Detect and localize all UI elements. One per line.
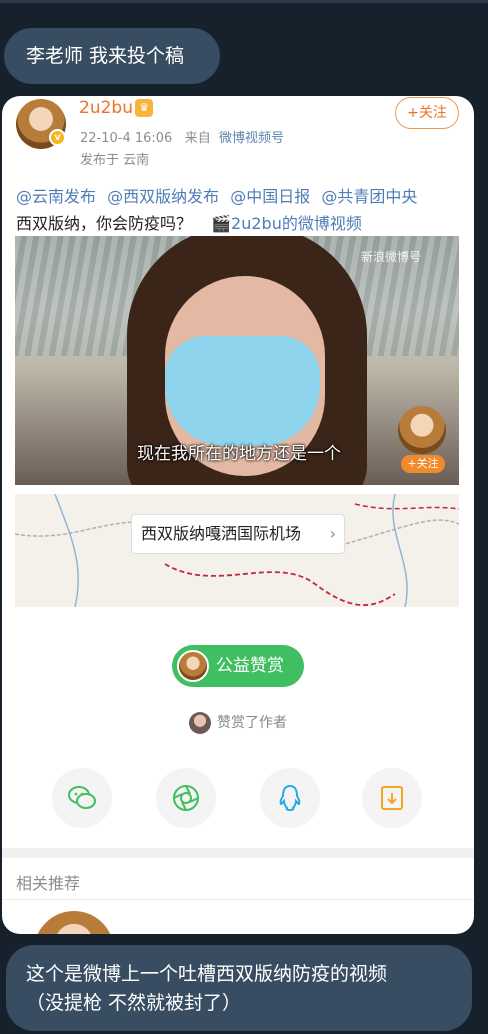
post-meta: 22-10-4 16:06 来自 微博视频号 [80,127,284,146]
share-qq-button[interactable] [260,768,320,828]
mentions: @云南发布 @西双版纳发布 @中国日报 @共青团中央 [16,183,423,207]
follow-button[interactable]: +关注 [395,97,459,129]
verified-badge-icon: v [49,129,66,146]
qq-icon [279,784,301,812]
video-watermark: 新浪微博号 [361,250,422,264]
video-author-avatar[interactable] [398,406,446,454]
weibo-post-card: v 2u2bu ♛ 22-10-4 16:06 来自 微博视频号 发布于 云南 … [2,96,474,934]
mention-link[interactable]: @中国日报 [230,187,310,206]
save-image-icon [381,786,403,810]
reward-button[interactable]: 公益赞赏 [172,645,304,687]
message-line-1: 这个是微博上一个吐槽西双版纳防疫的视频 [26,963,388,985]
related-avatar[interactable] [34,911,114,934]
reward-avatar [177,650,209,682]
save-image-button[interactable] [362,768,422,828]
related-divider [2,899,474,900]
related-title: 相关推荐 [16,874,81,893]
message-line-2: （没提枪 不然就被封了） [26,992,242,1014]
mention-link[interactable]: @西双版纳发布 [107,187,219,206]
post-text: 西双版纳，你会防疫吗？ [16,214,193,233]
message-bubble-bottom[interactable]: 这个是微博上一个吐槽西双版纳防疫的视频 （没提枪 不然就被封了） [6,945,472,1031]
video-follow-button[interactable]: +关注 [401,455,445,473]
share-moments-button[interactable] [156,768,216,828]
post-date: 22-10-4 16:06 [80,131,173,146]
video-person-mask [165,336,320,446]
map-label-text: 西双版纳嘎洒国际机场 [141,524,302,543]
message-text: 李老师 我来投个稿 [26,45,185,67]
from-label: 来自 [184,131,211,146]
mention-link[interactable]: @云南发布 [16,187,96,206]
message-bubble-top[interactable]: 李老师 我来投个稿 [4,28,220,84]
video-player[interactable]: 新浪微博号 现在我所在的地方还是一个 +关注 [15,236,459,485]
video-subtitle: 现在我所在的地方还是一个 [137,444,341,464]
wechat-icon [68,786,96,809]
post-username[interactable]: 2u2bu [79,98,133,118]
mention-link[interactable]: @共青团中央 [321,187,417,206]
reward-label: 公益赞赏 [216,656,284,676]
tipper-avatar [189,712,211,734]
share-wechat-button[interactable] [52,768,112,828]
map-location-label[interactable]: 西双版纳嘎洒国际机场 › [131,514,345,554]
top-bar [0,0,488,3]
chevron-right-icon: › [329,524,336,543]
moments-icon [173,785,199,811]
location-map[interactable]: 西双版纳嘎洒国际机场 › [15,494,459,607]
video-link[interactable]: 🎬2u2bu的微博视频 [211,214,362,233]
post-source[interactable]: 微博视频号 [219,131,284,146]
vip-crown-icon: ♛ [135,99,153,117]
tipper-text: 赞赏了作者 [217,715,287,731]
section-divider [2,848,474,858]
post-location: 发布于 云南 [80,153,150,168]
post-body: 西双版纳，你会防疫吗？ 🎬2u2bu的微博视频 [16,210,362,234]
tipper-info: 赞赏了作者 [189,712,287,734]
